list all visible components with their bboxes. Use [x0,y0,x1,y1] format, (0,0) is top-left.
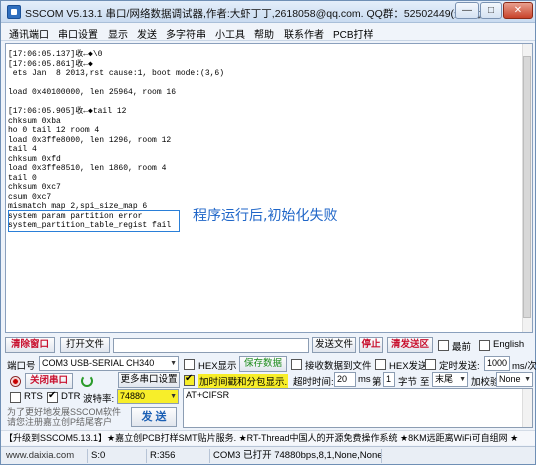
file-path-field[interactable] [113,338,309,353]
send-button[interactable]: 发 送 [131,407,177,427]
close-button[interactable]: ✕ [503,2,533,19]
receive-line: tail 0 [8,173,37,183]
byte-index-input[interactable]: 1 [383,372,395,387]
minimize-button[interactable]: — [455,2,479,19]
receive-line: [17:06:05.861]收←◆ [8,59,93,69]
receive-line: tail 4 [8,145,37,154]
menu-pcb[interactable]: PCB打样 [333,26,374,41]
byte-label: 字节 [398,377,418,388]
status-spacer [381,449,531,463]
byte-nth-label: 第 [372,377,382,388]
open-file-button[interactable]: 打开文件 [60,337,110,353]
timed-send-checkbox[interactable] [425,359,436,370]
promo-text[interactable]: 为了更好地发展SSCOM软件 请您注册嘉立创P结尾客户 [7,407,121,427]
menu-tools[interactable]: 小工具 [215,26,245,41]
app-window: SSCOM V5.13.1 串口/网络数据调试器,作者:大虾丁丁,2618058… [0,0,536,465]
timeout-label: 超时时间: [293,377,334,388]
receive-line: load 0x3ffe8510, len 1860, room 4 [8,164,167,173]
to-select[interactable]: 末尾 [432,372,468,387]
send-textarea[interactable]: AT+CIFSR [183,388,533,428]
receive-line: ets Jan 8 2013,rst cause:1, boot mode:(3… [8,69,225,78]
timestamp-label: 加时间戳和分包显示. [198,374,289,388]
save-data-button[interactable]: 保存数据 [239,356,287,372]
scroll-thumb[interactable] [523,56,531,318]
port-status: COM3 已打开 74880bps,8,1,None,None [209,449,383,463]
receive-scrollbar[interactable] [522,44,532,332]
clear-send-button[interactable]: 清发送区 [387,337,433,353]
recv-to-file-label: 接收数据到文件 [305,361,372,372]
hex-send-checkbox[interactable] [375,359,386,370]
ad-bar[interactable]: 【升级到SSCOM5.13.1】★嘉立创PCB打样SMT贴片服务. ★RT-Th… [1,430,535,445]
receive-line: chksum 0xfd [8,154,61,164]
topmost-checkbox[interactable] [438,340,449,351]
close-port-button[interactable]: 关闭串口 [25,373,73,389]
menu-display[interactable]: 显示 [108,26,128,41]
english-checkbox[interactable] [479,340,490,351]
topmost-label: 最前 [452,342,472,353]
receive-line: csum 0xc7 [8,192,52,202]
receive-line: chksum 0xba [8,116,61,126]
received-count: R:356 [146,449,208,463]
maximize-button[interactable]: □ [480,2,502,19]
menu-send[interactable]: 发送 [137,26,157,41]
menu-multi-string[interactable]: 多字符串 [166,26,206,41]
timeout-input[interactable]: 20 [334,372,356,387]
annotation-text: 程序运行后,初始化失败 [193,208,338,224]
receive-line: ho 0 tail 12 room 4 [8,126,100,135]
rts-checkbox[interactable] [10,392,21,403]
receive-line: [17:06:05.905]收←◆tail 12 [8,107,127,116]
interval-unit: ms/次 [512,361,536,372]
dtr-label: DTR [61,391,81,402]
english-label: English [493,339,525,350]
window-title: SSCOM V5.13.1 串口/网络数据调试器,作者:大虾丁丁,2618058… [25,8,495,20]
sent-count: S:0 [87,449,145,463]
stop-button[interactable]: 停止 [359,337,383,353]
send-text: AT+CIFSR [186,390,230,400]
menu-serial-settings[interactable]: 串口设置 [58,26,98,41]
baud-label: 波特率: [83,394,115,405]
send-file-button[interactable]: 发送文件 [312,337,356,353]
refresh-icon[interactable] [81,375,93,387]
hex-display-label: HEX显示 [198,361,237,372]
receive-line: [17:06:05.137]收←◆\0 [8,50,103,59]
app-icon [7,5,21,19]
receive-area[interactable]: [17:06:05.137]收←◆\0 [17:06:05.861]收←◆ et… [5,43,533,333]
highlight-box [8,210,180,232]
menu-help[interactable]: 帮助 [254,26,274,41]
timed-send-label: 定时发送: [439,361,480,372]
receive-line: load 0x3ffe8000, len 1296, room 12 [8,135,172,145]
menu-contact-author[interactable]: 联系作者 [284,26,324,41]
port-status-indicator [10,376,21,387]
more-settings-button[interactable]: 更多串口设置 [118,372,180,388]
title-bar: SSCOM V5.13.1 串口/网络数据调试器,作者:大虾丁丁,2618058… [1,1,535,23]
send-scrollbar[interactable] [522,389,532,427]
recv-to-file-checkbox[interactable] [291,359,302,370]
hex-send-label: HEX发送 [389,361,428,372]
dtr-checkbox[interactable] [47,390,58,403]
port-select[interactable]: COM3 USB-SERIAL CH340 [39,356,179,371]
menu-comm-port[interactable]: 通讯端口 [9,26,49,41]
interval-input[interactable]: 1000 [484,356,510,371]
menu-bar: 通讯端口 串口设置 显示 发送 多字符串 小工具 帮助 联系作者 PCB打样 [1,23,535,41]
rts-label: RTS [24,391,43,402]
receive-line: chksum 0xc7 [8,183,61,192]
timestamp-checkbox[interactable] [184,373,195,386]
to-label: 至 [420,377,430,388]
clear-window-button[interactable]: 清除窗口 [5,337,55,353]
port-label: 端口号 [7,361,36,372]
receive-line: load 0x40100000, len 25964, room 16 [8,88,177,97]
website-link[interactable]: www.daixia.com [3,449,74,463]
hex-display-checkbox[interactable] [184,359,195,370]
baud-select[interactable]: 74880 [117,389,179,404]
status-bar: www.daixia.com S:0 R:356 COM3 已打开 74880b… [1,446,535,464]
timeout-unit: ms [358,374,371,385]
checksum-select[interactable]: None [496,372,533,387]
